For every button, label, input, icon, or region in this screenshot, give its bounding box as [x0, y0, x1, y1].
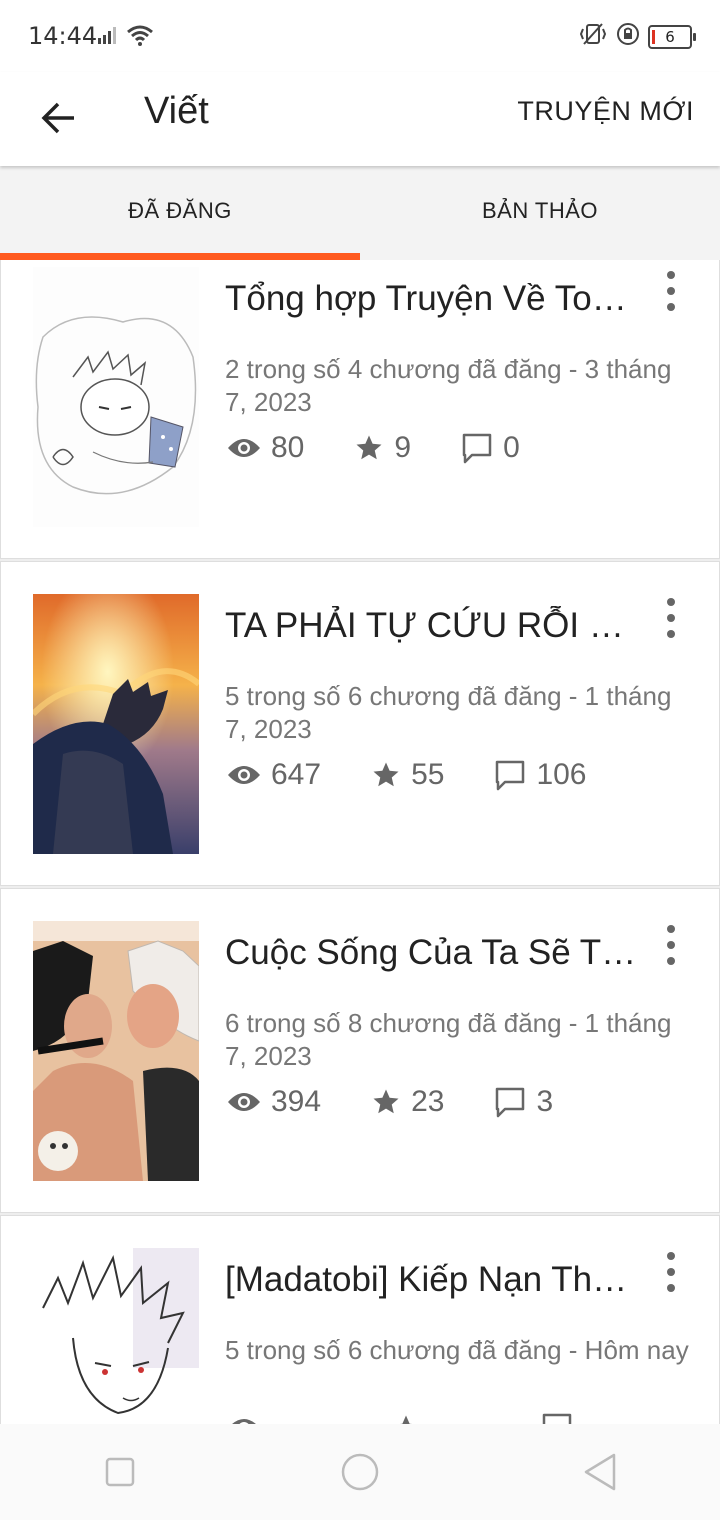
story-card[interactable]: Cuộc Sống Của Ta Sẽ T… 6 trong số 8 chươ… — [0, 888, 720, 1213]
story-title[interactable]: [Madatobi] Kiếp Nạn Th… — [225, 1260, 641, 1300]
story-meta: 5 trong số 6 chương đã đăng - Hôm nay — [225, 1335, 689, 1365]
views-count: 394 — [271, 1085, 322, 1118]
more-icon — [667, 598, 675, 606]
status-bar: 14:44 6 — [0, 0, 720, 72]
story-title[interactable]: Tổng hợp Truyện Về Tob… — [225, 279, 641, 319]
star-icon — [356, 435, 382, 460]
eye-icon — [232, 1419, 256, 1424]
story-cover[interactable] — [33, 594, 199, 854]
status-right-group: 6 — [578, 22, 696, 51]
votes-stat: 9 — [354, 431, 411, 465]
views-stat — [227, 1416, 271, 1424]
eye-icon — [228, 1093, 260, 1111]
comment-icon — [496, 760, 525, 791]
more-icon — [667, 1252, 675, 1260]
tab-bar: ĐÃ ĐĂNG BẢN THẢO — [0, 166, 720, 260]
system-nav-bar — [0, 1424, 720, 1520]
story-stats — [227, 1412, 633, 1424]
app-bar: Viết TRUYỆN MỚI — [0, 72, 720, 166]
more-options-button[interactable] — [661, 598, 681, 638]
status-time: 14:44 — [28, 22, 98, 50]
comment-icon — [496, 1087, 525, 1118]
more-options-button[interactable] — [661, 1252, 681, 1292]
comment-icon — [462, 433, 492, 464]
story-meta: 2 trong số 4 chương đã đăng - 3 tháng 7,… — [225, 354, 672, 417]
tab-published[interactable]: ĐÃ ĐĂNG — [0, 166, 360, 260]
more-options-button[interactable] — [661, 925, 681, 965]
rotation-lock-icon — [616, 22, 640, 51]
tab-drafts[interactable]: BẢN THẢO — [360, 166, 720, 260]
votes-stat: 23 — [371, 1085, 444, 1119]
square-icon — [105, 1457, 135, 1487]
comments-count: 3 — [536, 1085, 554, 1118]
battery-icon: 6 — [648, 24, 696, 49]
story-list[interactable]: Tổng hợp Truyện Về Tob… 2 trong số 4 chư… — [0, 260, 720, 1424]
star-icon — [399, 1415, 413, 1424]
story-stats: 80 9 0 — [227, 431, 570, 465]
story-card[interactable]: TA PHẢI TỰ CỨU RỖI MÌ… 5 trong số 6 chươ… — [0, 561, 720, 886]
page-title: Viết — [144, 90, 209, 132]
eye-icon — [228, 439, 260, 457]
comments-count: 0 — [503, 431, 520, 464]
comment-icon — [542, 1413, 572, 1424]
comments-stat: 106 — [494, 758, 587, 792]
views-stat: 394 — [227, 1085, 321, 1119]
votes-count: 55 — [411, 758, 445, 791]
new-story-button[interactable]: TRUYỆN MỚI — [517, 96, 694, 127]
story-stats: 394 23 3 — [227, 1085, 603, 1119]
circle-icon — [341, 1453, 379, 1491]
votes-count: 9 — [394, 431, 412, 464]
signal-icon — [98, 26, 120, 49]
vibrate-icon — [578, 22, 608, 51]
recents-button[interactable] — [90, 1442, 150, 1502]
more-options-button[interactable] — [661, 271, 681, 311]
comments-stat: 0 — [461, 431, 520, 465]
back-button[interactable] — [34, 94, 82, 142]
votes-stat — [391, 1413, 431, 1424]
story-meta: 6 trong số 8 chương đã đăng - 1 tháng 7,… — [225, 1008, 672, 1071]
story-card[interactable]: [Madatobi] Kiếp Nạn Th… 5 trong số 6 chư… — [0, 1215, 720, 1424]
wifi-icon — [126, 24, 154, 51]
star-icon — [373, 1089, 399, 1114]
views-stat: 80 — [227, 431, 304, 465]
story-meta: 5 trong số 6 chương đã đăng - 1 tháng 7,… — [225, 681, 672, 744]
story-card[interactable]: Tổng hợp Truyện Về Tob… 2 trong số 4 chư… — [0, 260, 720, 559]
views-stat: 647 — [227, 758, 321, 792]
story-cover[interactable] — [33, 921, 199, 1181]
star-icon — [373, 762, 399, 787]
more-icon — [667, 271, 675, 279]
views-count: 647 — [271, 758, 322, 791]
story-cover[interactable] — [33, 1248, 199, 1424]
arrow-left-icon — [41, 102, 74, 134]
comments-count: 106 — [536, 758, 587, 791]
views-count: 80 — [271, 431, 305, 464]
comments-stat — [541, 1412, 583, 1424]
triangle-back-icon — [584, 1453, 616, 1491]
story-cover[interactable] — [33, 267, 199, 527]
more-icon — [667, 925, 675, 933]
votes-stat: 55 — [371, 758, 444, 792]
votes-count: 23 — [411, 1085, 445, 1118]
home-button[interactable] — [330, 1442, 390, 1502]
story-title[interactable]: Cuộc Sống Của Ta Sẽ T… — [225, 933, 641, 973]
eye-icon — [228, 766, 260, 784]
story-stats: 647 55 106 — [227, 758, 637, 792]
back-nav-button[interactable] — [570, 1442, 630, 1502]
comments-stat: 3 — [494, 1085, 553, 1119]
story-title[interactable]: TA PHẢI TỰ CỨU RỖI MÌ… — [225, 606, 641, 646]
